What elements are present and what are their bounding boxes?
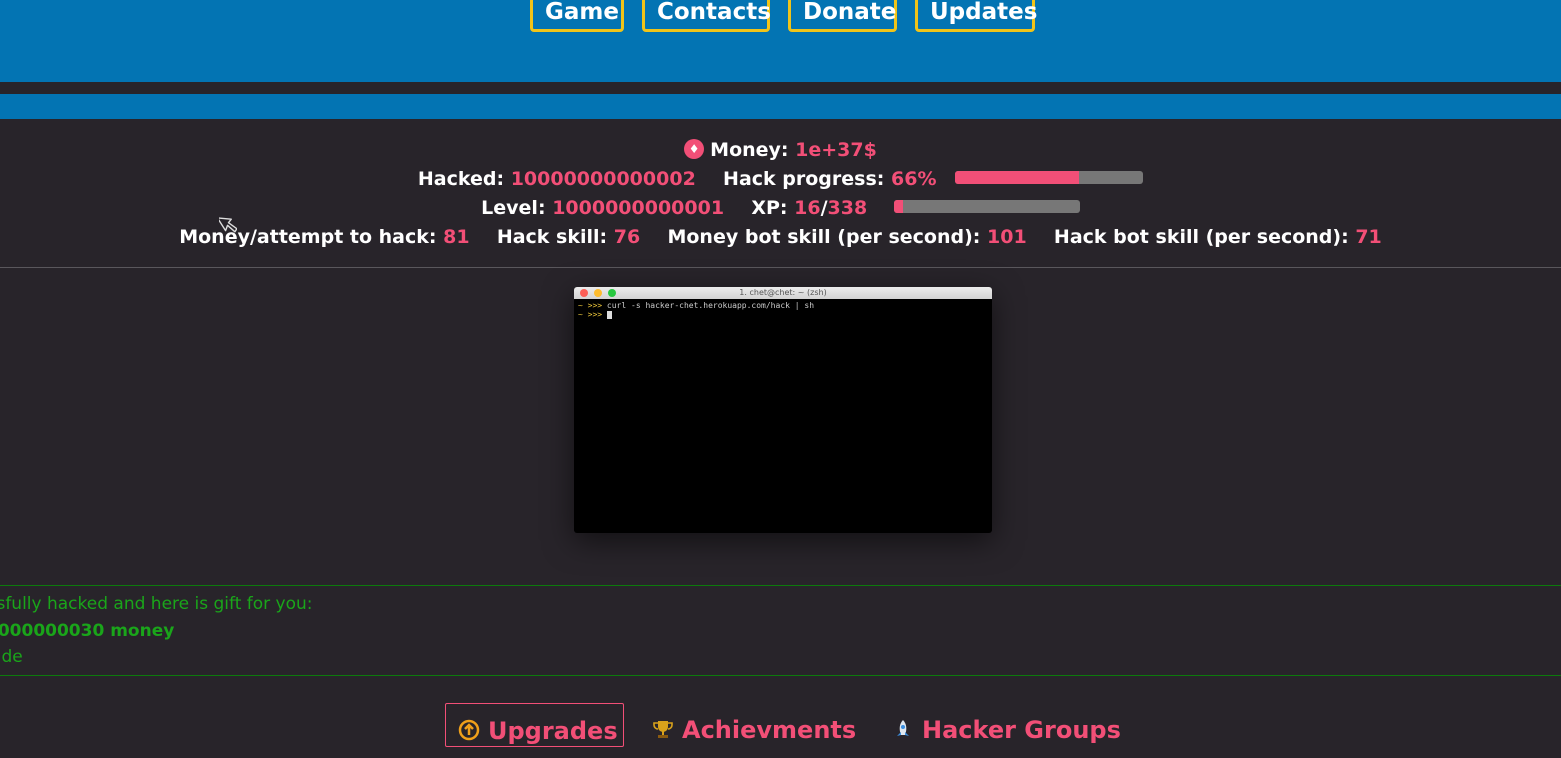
terminal-prompt: ~ >>> <box>578 310 603 319</box>
money-value: 1e+37$ <box>795 139 877 161</box>
hack-skill-value: 76 <box>613 226 641 248</box>
trophy-icon <box>653 721 673 738</box>
nav-donate-button[interactable]: Donate <box>788 0 897 32</box>
gift-message-box: esfully hacked and here is gift for you:… <box>0 585 1561 676</box>
money-gem-icon: ♦ <box>684 138 705 159</box>
header-separator <box>0 82 1561 94</box>
terminal-title: 1. chet@chet: ~ (zsh) <box>739 288 827 297</box>
level-label: Level: <box>481 197 546 219</box>
bottom-tabs: Upgrades Achievments Hacker Groups <box>0 703 1561 747</box>
terminal-body: ~ >>> curl -s hacker-chet.herokuapp.com/… <box>574 299 992 321</box>
gift-amount-text: 0000000030 money <box>0 621 175 641</box>
money-bot-label: Money bot skill (per second): <box>667 226 981 248</box>
maximize-dot-icon <box>608 289 616 297</box>
rocket-icon <box>897 720 909 736</box>
nav-updates-button[interactable]: Updates <box>915 0 1037 32</box>
gift-message-text: esfully hacked and here is gift for you: <box>0 594 313 614</box>
mouse-cursor-icon <box>219 217 237 233</box>
money-label: Money: <box>710 139 789 161</box>
stats-divider <box>0 267 1561 268</box>
tab-upgrades[interactable]: Upgrades <box>445 703 624 747</box>
hacked-label: Hacked: <box>417 168 505 190</box>
upgrade-arrow-icon <box>458 719 480 741</box>
hack-bot-label: Hack bot skill (per second): <box>1053 226 1349 248</box>
hide-message-link[interactable]: nide <box>0 647 23 667</box>
nav-contacts-button[interactable]: Contacts <box>642 0 771 32</box>
minimize-dot-icon <box>594 289 602 297</box>
nav-game-button[interactable]: Game <box>530 0 624 32</box>
tab-upgrades-label: Upgrades <box>488 717 618 745</box>
xp-label: XP: <box>751 197 788 219</box>
xp-current: 16 <box>794 197 821 219</box>
xp-progress-fill <box>893 200 903 213</box>
hacked-value: 10000000000002 <box>510 168 696 190</box>
hack-progress-value: 66% <box>891 168 937 190</box>
money-per-attempt-value: 81 <box>443 226 470 248</box>
level-value: 1000000000001 <box>552 197 725 219</box>
header-strip <box>0 94 1561 119</box>
terminal-line: ~ >>> <box>578 310 988 319</box>
money-bot-value: 101 <box>987 226 1027 248</box>
hack-terminal[interactable]: 1. chet@chet: ~ (zsh) ~ >>> curl -s hack… <box>574 287 992 533</box>
tab-achievements[interactable]: Achievments <box>640 703 868 747</box>
terminal-titlebar: 1. chet@chet: ~ (zsh) <box>574 287 992 299</box>
money-row: ♦ Money: 1e+37$ <box>0 138 1561 161</box>
hack-bot-value: 71 <box>1355 226 1382 248</box>
hack-skill-label: Hack skill: <box>496 226 608 248</box>
hacked-row: Hacked: 10000000000002 Hack progress: 66… <box>0 168 1561 190</box>
terminal-caret <box>606 310 612 319</box>
xp-separator: / <box>820 197 828 219</box>
close-dot-icon <box>580 289 588 297</box>
money-per-attempt-label: Money/attempt to hack: <box>179 226 437 248</box>
terminal-prompt: ~ >>> <box>578 301 603 310</box>
xp-max: 338 <box>827 197 868 219</box>
terminal-command: curl -s hacker-chet.herokuapp.com/hack |… <box>606 301 815 310</box>
terminal-line: ~ >>> curl -s hacker-chet.herokuapp.com/… <box>578 301 988 310</box>
hack-progress-bar <box>955 171 1144 184</box>
top-navigation: Game Contacts Donate Updates <box>0 0 1561 82</box>
hack-progress-label: Hack progress: <box>723 168 885 190</box>
tab-hacker-groups[interactable]: Hacker Groups <box>880 703 1133 747</box>
hack-progress-fill <box>955 171 1080 184</box>
xp-progress-bar <box>893 200 1080 213</box>
